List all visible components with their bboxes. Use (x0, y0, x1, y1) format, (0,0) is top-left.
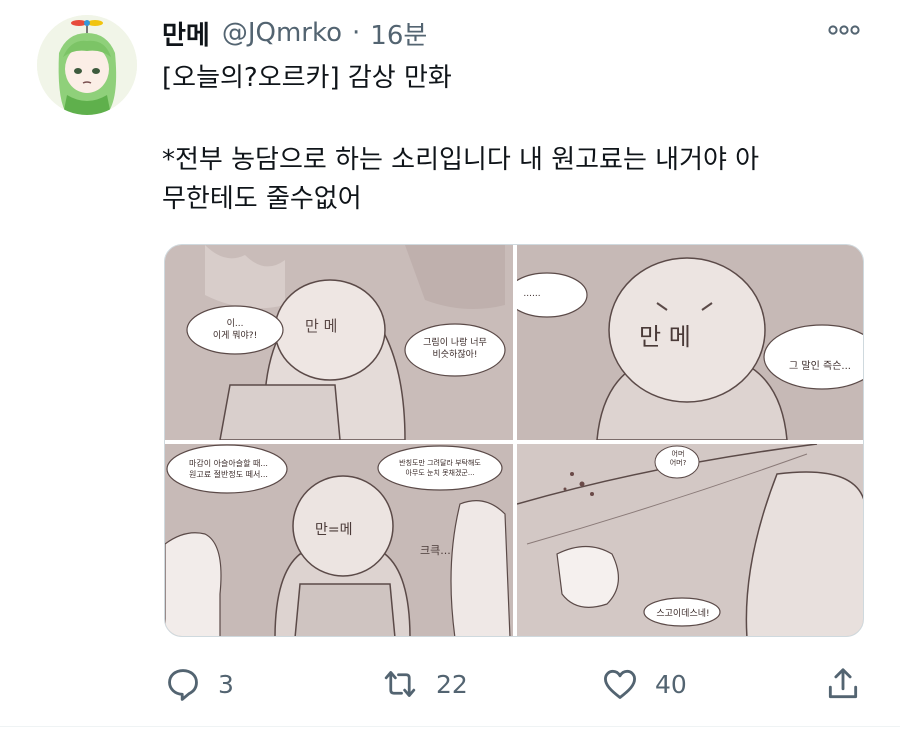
tweet-text-line-1: [오늘의?오르카] 감상 만화 (162, 63, 452, 93)
panel-2-bubble-left: ...... (523, 289, 541, 299)
panel-2-bubble-right: 그 말인 즉슨... (789, 361, 851, 372)
panel-4-bubble-small: 어머 어머? (669, 450, 687, 467)
tweet-text-line-2: *전부 농담으로 하는 소리입니다 내 원고료는 내거야 아 (162, 145, 760, 175)
tweet-media-grid: 만 메 이... 이게 뭐야?! 그림이 나랑 너무 비슷하잖아! 만 메 ..… (164, 244, 864, 637)
comic-panel-3[interactable]: 만=메 마감이 아슬아슬할 때... 원고료 절반정도 떼서... 반칭도만 그… (165, 444, 513, 636)
avatar[interactable] (37, 15, 137, 115)
share-icon (828, 668, 858, 699)
separator-dot: · (352, 18, 361, 48)
retweet-count: 22 (436, 669, 468, 699)
comic-panel-2[interactable]: 만 메 ...... 그 말인 즉슨... (517, 245, 863, 440)
panel-3-bubble-right: 반칭도만 그려달라 부탁해도 아무도 눈치 못채겠군... (399, 459, 481, 477)
display-name[interactable]: 만메 (162, 15, 210, 52)
reply-count: 3 (218, 669, 234, 699)
retweet-button[interactable]: 22 (380, 662, 468, 706)
divider (0, 726, 900, 727)
panel-4-bubble-bottom: 스고이데스네! (656, 609, 710, 619)
share-button[interactable] (824, 662, 862, 706)
panel-3-face-text: 만=메 (315, 522, 353, 538)
panel-3-laugh: 크큭... (420, 544, 451, 557)
comic-panel-4[interactable]: 어머 어머? 스고이데스네! (517, 444, 863, 636)
tweet-header: 만메 @JQmrko · 16분 (162, 14, 427, 52)
like-button[interactable]: 40 (601, 662, 687, 706)
panel-1-bubble-left: 이... 이게 뭐야?! (212, 319, 258, 341)
reply-button[interactable]: 3 (164, 662, 234, 706)
tweet-text-line-3: 무한테도 줄수없어 (162, 184, 362, 214)
comic-panel-1[interactable]: 만 메 이... 이게 뭐야?! 그림이 나랑 너무 비슷하잖아! (165, 245, 513, 440)
panel-1-bubble-right: 그림이 나랑 너무 비슷하잖아! (423, 338, 487, 360)
reply-icon (168, 669, 198, 701)
retweet-icon (384, 671, 416, 697)
avatar-illustration (37, 15, 137, 115)
panel-1-face-text: 만 메 (305, 317, 338, 335)
timestamp[interactable]: 16분 (370, 15, 427, 52)
panel-2-face-text: 만 메 (639, 323, 691, 351)
more-icon[interactable] (826, 18, 862, 42)
like-count: 40 (655, 669, 687, 699)
user-handle[interactable]: @JQmrko (222, 18, 342, 48)
like-icon (604, 669, 636, 699)
panel-3-bubble-left: 마감이 아슬아슬할 때... 원고료 절반정도 떼서... (189, 459, 268, 479)
